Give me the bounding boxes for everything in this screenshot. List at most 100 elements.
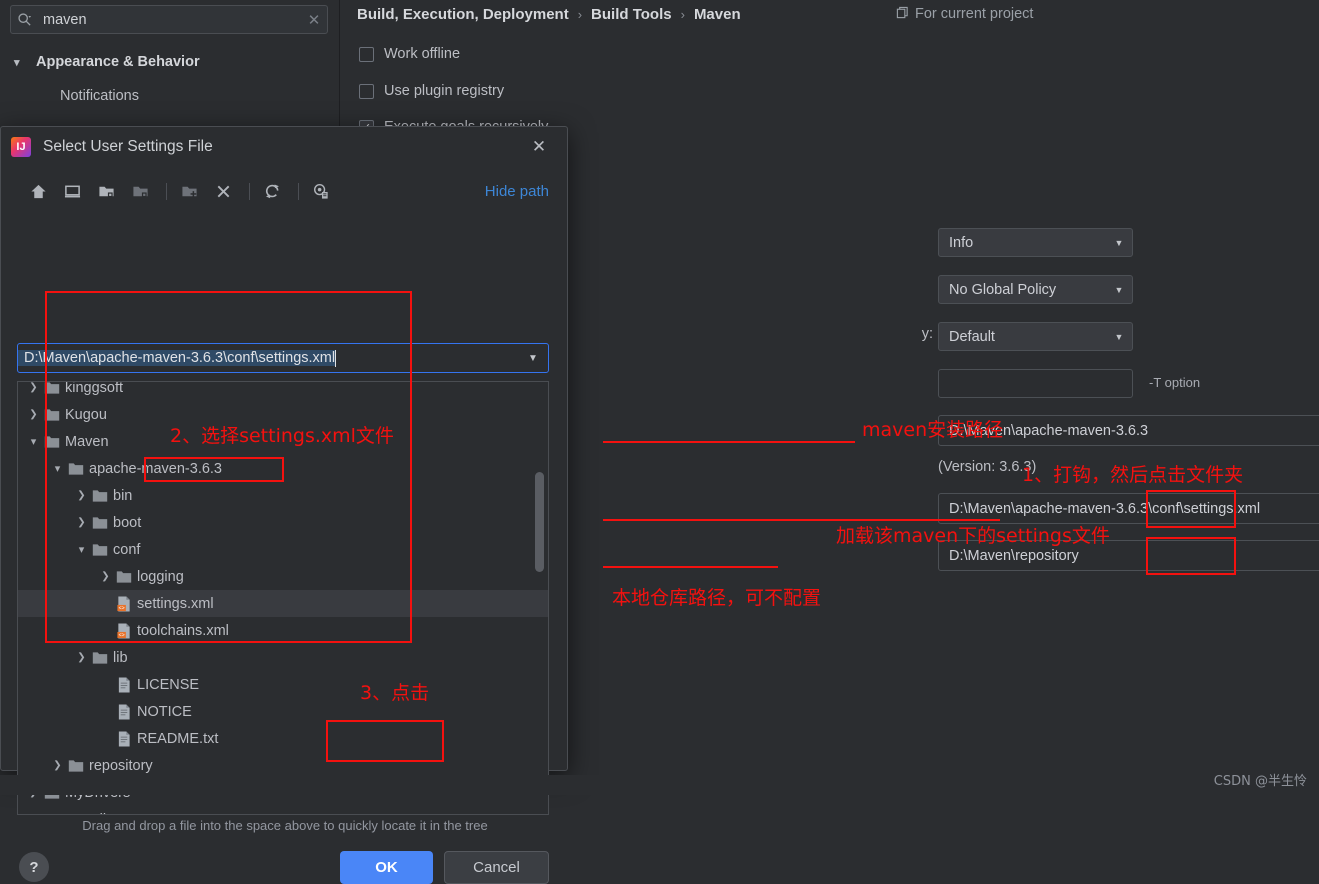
path-input[interactable]: D:\Maven\apache-maven-3.6.3\conf\setting… (17, 343, 549, 373)
tree-row[interactable]: NOTICE (18, 698, 548, 725)
hide-path-link[interactable]: Hide path (485, 183, 549, 200)
tree-row-label: toolchains.xml (137, 622, 229, 639)
chevron-right-icon[interactable]: ❯ (26, 382, 41, 401)
dropdown-checksum-policy[interactable]: No Global Policy ▼ (938, 275, 1133, 304)
maven-home-directory-combo[interactable]: D:\Maven\apache-maven-3.6.3 ▼ (938, 415, 1319, 446)
delete-icon[interactable] (208, 178, 238, 204)
folder-icon (41, 382, 63, 395)
toolbar-separator (249, 182, 250, 200)
folder-icon (41, 408, 63, 422)
desktop-icon[interactable] (57, 178, 87, 204)
toolbar-separator (166, 182, 167, 200)
refresh-icon[interactable] (257, 178, 287, 204)
tree-row-label: README.txt (137, 730, 219, 747)
local-repository-input[interactable]: D:\Maven\repository ✓ (938, 540, 1319, 571)
tree-scrollbar[interactable] (535, 384, 546, 814)
tree-row[interactable]: <> settings.xml (18, 590, 548, 617)
for-current-project-label: For current project (915, 6, 1034, 22)
path-input-value: D:\Maven\apache-maven-3.6.3\conf\setting… (18, 350, 336, 366)
file-icon (113, 704, 135, 720)
tree-row[interactable]: ❯ Myeclipse (18, 806, 548, 814)
maven-home-value: D:\Maven\apache-maven-3.6.3 (949, 422, 1149, 439)
project-scope-icon (896, 6, 909, 23)
dropdown-value: No Global Policy (949, 281, 1057, 298)
tree-row[interactable]: ▾ apache-maven-3.6.3 (18, 455, 548, 482)
folder-icon (89, 516, 111, 530)
tree-row-label: boot (113, 514, 142, 531)
bottom-strip (0, 775, 1319, 795)
help-button[interactable]: ? (19, 852, 49, 882)
breadcrumb-item-0[interactable]: Build, Execution, Deployment (357, 6, 569, 23)
chevron-down-icon: ▼ (1114, 237, 1124, 248)
folder-icon (41, 435, 63, 449)
cancel-button[interactable]: Cancel (444, 851, 549, 884)
dropdown-multiproject-build-fail-policy[interactable]: Default ▼ (938, 322, 1133, 351)
sidebar-item-notifications[interactable]: Notifications (0, 82, 340, 110)
dropdown-output-level[interactable]: Info ▼ (938, 228, 1133, 257)
tree-row[interactable]: ❯ boot (18, 509, 548, 536)
tree-row[interactable]: ❯ Kugou (18, 401, 548, 428)
tree-row[interactable]: ❯ logging (18, 563, 548, 590)
drag-and-drop-hint: Drag and drop a file into the space abov… (82, 818, 488, 833)
breadcrumb-item-1[interactable]: Build Tools (591, 6, 672, 23)
sidebar-item-label: Appearance & Behavior (36, 54, 200, 70)
chevron-right-icon[interactable]: ❯ (74, 509, 89, 536)
dialog-title: Select User Settings File (43, 138, 213, 155)
tree-scrollbar-thumb[interactable] (535, 472, 544, 572)
chevron-down-icon[interactable]: ▾ (26, 428, 41, 455)
chevron-right-icon[interactable]: ❯ (26, 401, 41, 428)
chevron-right-icon[interactable]: ❯ (74, 482, 89, 509)
show-hidden-files-icon[interactable] (306, 178, 336, 204)
chevron-down-icon[interactable]: ▼ (518, 344, 548, 372)
tree-row[interactable]: README.txt (18, 725, 548, 752)
tree-row[interactable]: ▾ Maven (18, 428, 548, 455)
project-folder-icon[interactable] (91, 178, 121, 204)
chevron-right-icon[interactable]: ❯ (98, 563, 113, 590)
watermark: CSDN @半生怜 (1213, 774, 1307, 789)
clear-icon[interactable]: ✕ (301, 11, 327, 29)
checkbox-work-offline[interactable]: Work offline (359, 46, 460, 62)
file-icon (113, 677, 135, 693)
tree-row[interactable]: ❯ bin (18, 482, 548, 509)
checkbox-label: Work offline (384, 46, 461, 62)
tree-row[interactable]: <> toolchains.xml (18, 617, 548, 644)
ok-button[interactable]: OK (340, 851, 433, 884)
tree-row[interactable]: LICENSE (18, 671, 548, 698)
breadcrumb-item-2[interactable]: Maven (694, 6, 741, 23)
module-folder-icon (125, 178, 155, 204)
chevron-down-icon[interactable]: ▾ (50, 455, 65, 482)
chevron-right-icon: › (680, 6, 685, 22)
file-icon (113, 731, 135, 747)
for-current-project-badge: For current project (896, 0, 1033, 28)
intellij-idea-icon: IJ (11, 137, 31, 157)
tree-row-label: LICENSE (137, 676, 200, 693)
thread-count-input[interactable] (938, 369, 1133, 398)
tree-row[interactable]: ❯ lib (18, 644, 548, 671)
chevron-down-icon: ▼ (1114, 284, 1124, 295)
checkbox-use-plugin-registry[interactable]: Use plugin registry (359, 83, 504, 99)
search-input[interactable]: maven ✕ (10, 5, 328, 34)
svg-text:<>: <> (119, 605, 125, 611)
checkbox-box (359, 83, 374, 99)
user-settings-file-input[interactable]: D:\Maven\apache-maven-3.6.3\conf\setting… (938, 493, 1319, 524)
close-icon[interactable]: ✕ (529, 137, 549, 157)
tree-row[interactable]: ❯ kinggsoft (18, 382, 548, 401)
checkbox-label: Use plugin registry (384, 83, 505, 99)
tree-row-label: repository (89, 757, 153, 774)
chevron-right-icon[interactable]: ❯ (26, 806, 41, 814)
breadcrumb: Build, Execution, Deployment › Build Too… (357, 0, 741, 28)
tree-row-label: logging (137, 568, 184, 585)
chevron-right-icon: › (577, 6, 583, 22)
home-icon[interactable] (23, 178, 53, 204)
select-user-settings-file-dialog: IJ Select User Settings File ✕ Hide path… (0, 126, 568, 884)
dialog-titlebar: IJ Select User Settings File (1, 127, 567, 167)
sidebar-item-appearance-behavior[interactable]: ▾ Appearance & Behavior (0, 48, 340, 76)
tree-row[interactable]: ▾ conf (18, 536, 548, 563)
folder-icon (65, 759, 87, 773)
chevron-right-icon[interactable]: ❯ (74, 644, 89, 671)
chevron-down-icon[interactable]: ▾ (74, 536, 89, 563)
file-tree[interactable]: ❯ kinggsoft ❯ Kugou ▾ Maven ▾ apache-maven-3.6.… (17, 381, 549, 815)
